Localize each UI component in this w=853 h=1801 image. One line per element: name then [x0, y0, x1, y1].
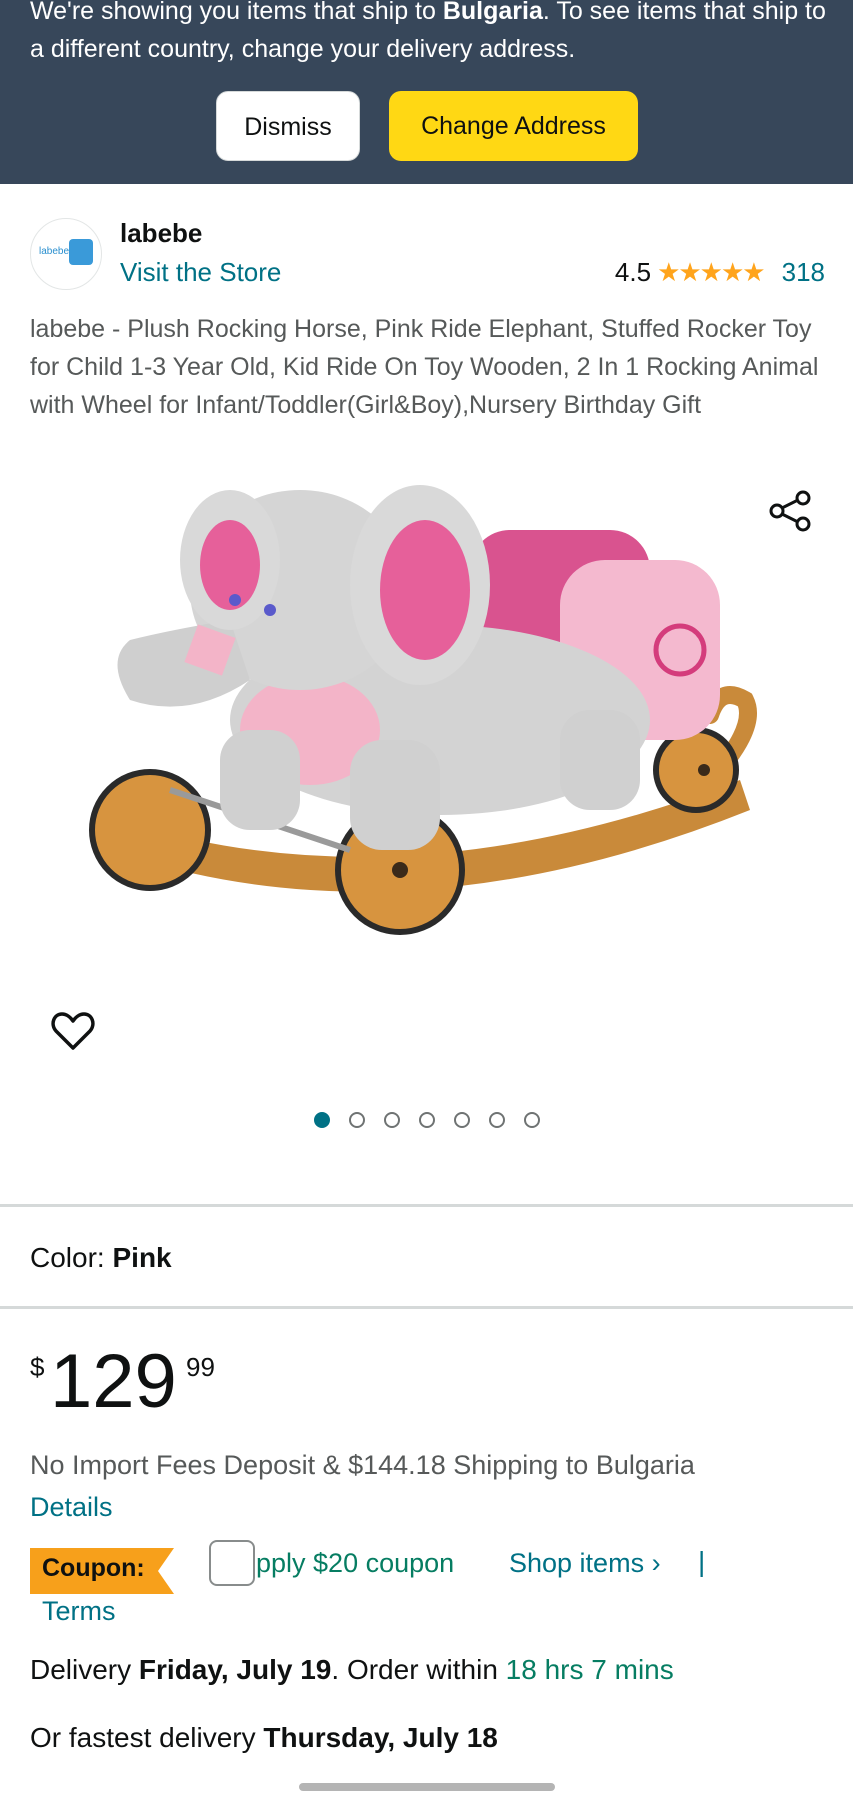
price-symbol: $ [30, 1352, 45, 1382]
heart-icon[interactable] [50, 1010, 96, 1052]
price-fraction: 99 [186, 1352, 215, 1382]
fastest-date: Thursday, July 18 [263, 1722, 498, 1753]
dismiss-button[interactable]: Dismiss [216, 91, 360, 161]
image-dot[interactable] [313, 1112, 330, 1128]
color-label: Color: [30, 1242, 105, 1273]
delivery-middle: . Order within [331, 1654, 506, 1685]
image-dot[interactable] [383, 1112, 400, 1128]
home-indicator[interactable] [299, 1783, 555, 1791]
star-rating-icon: ★★★★★ [657, 257, 766, 287]
color-value: Pink [112, 1242, 172, 1273]
import-fees-text: No Import Fees Deposit & $144.18 Shippin… [30, 1450, 695, 1480]
ship-to-banner: We're showing you items that ship to Bul… [0, 0, 853, 184]
rating-summary[interactable]: 4.5 ★★★★★ 318 [615, 257, 825, 288]
details-link[interactable]: Details [30, 1492, 113, 1523]
coupon-badge: Coupon: [30, 1548, 174, 1594]
product-image-carousel[interactable] [0, 470, 853, 1090]
image-dot[interactable] [488, 1112, 505, 1128]
fastest-prefix: Or fastest delivery [30, 1722, 264, 1753]
rating-count[interactable]: 318 [782, 257, 825, 288]
fastest-delivery-info: Or fastest delivery Thursday, July 18 [30, 1722, 498, 1754]
share-icon[interactable] [767, 488, 813, 534]
banner-country: Bulgaria [442, 0, 543, 25]
rating-value: 4.5 [614, 257, 652, 287]
image-dot[interactable] [453, 1112, 470, 1128]
brand-name: labebe [120, 218, 203, 248]
section-divider [0, 1306, 853, 1309]
wheel [89, 769, 211, 891]
visit-store-link[interactable]: Visit the Store [120, 257, 281, 288]
order-countdown: 18 hrs 7 mins [505, 1654, 674, 1685]
wheel [653, 727, 739, 813]
delivery-prefix: Delivery [30, 1654, 139, 1685]
product-title: labebe - Plush Rocking Horse, Pink Ride … [30, 315, 819, 419]
price-whole: 129 [50, 1339, 177, 1424]
color-selection: Color: Pink [30, 1242, 172, 1274]
image-dot[interactable] [418, 1112, 435, 1128]
image-dot[interactable] [523, 1112, 540, 1128]
banner-message: We're showing you items that ship to Bul… [30, 0, 830, 68]
store-logo[interactable]: labebe [30, 218, 102, 290]
image-dot[interactable] [348, 1112, 365, 1128]
puzzle-icon [69, 239, 93, 265]
coupon-checkbox[interactable] [209, 1540, 255, 1586]
terms-link[interactable]: Terms [42, 1596, 116, 1627]
coupon-label: Coupon: [42, 1554, 145, 1582]
delivery-info: Delivery Friday, July 19. Order within 1… [30, 1654, 674, 1686]
shop-items-link[interactable]: Shop items › [509, 1548, 661, 1579]
image-pagination[interactable] [0, 1112, 853, 1128]
store-logo-text: labebe [39, 246, 70, 257]
coupon-separator: | [698, 1546, 706, 1577]
change-address-button[interactable]: Change Address [389, 91, 638, 161]
section-divider [0, 1204, 853, 1207]
banner-text-1: We're showing you items that ship to [30, 0, 443, 25]
delivery-date: Friday, July 19 [138, 1654, 332, 1685]
apply-coupon-text[interactable]: pply $20 coupon [256, 1548, 454, 1579]
product-image[interactable] [0, 470, 853, 1090]
